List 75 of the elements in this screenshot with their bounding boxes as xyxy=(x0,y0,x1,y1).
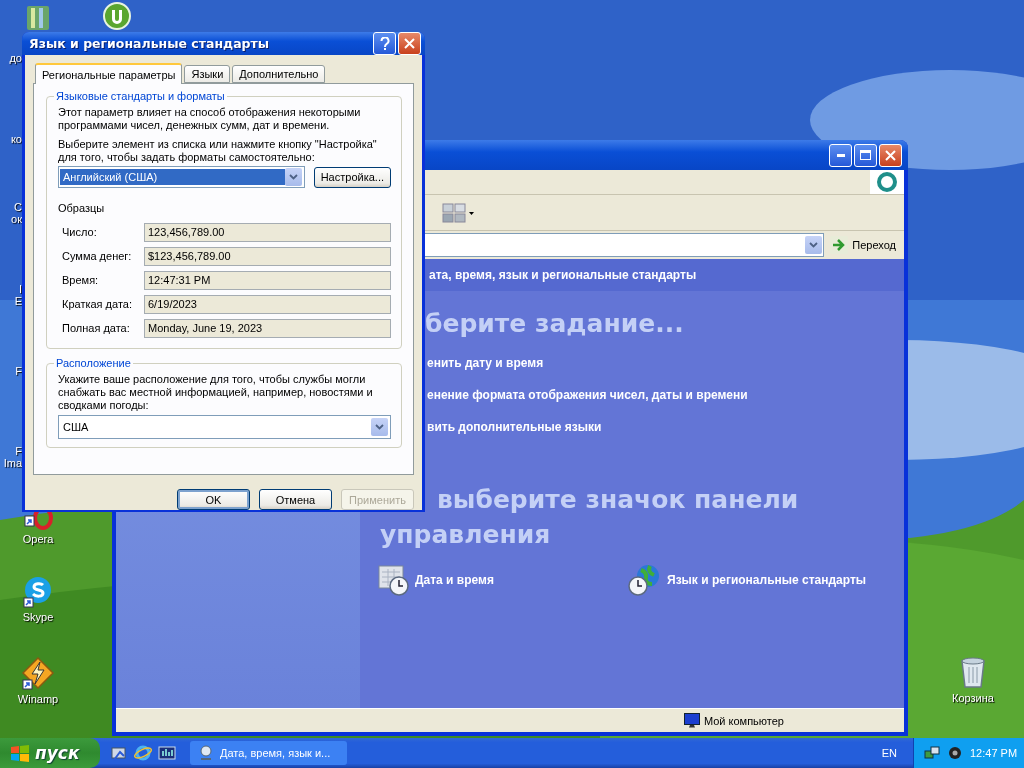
tab[interactable]: Языки xyxy=(184,65,231,83)
task-heading: берите задание... xyxy=(424,309,685,338)
question-mark-icon xyxy=(379,37,390,50)
icon-label[interactable]: до xyxy=(9,52,22,64)
minimize-icon xyxy=(836,153,845,157)
dropdown-button[interactable] xyxy=(371,418,388,436)
icon-label[interactable]: Ima xyxy=(3,457,22,469)
tab[interactable]: Дополнительно xyxy=(232,65,326,83)
icon-label[interactable]: Skype xyxy=(22,611,54,623)
sample-value-field: 6/19/2023 xyxy=(144,294,391,314)
samples-title: Образцы xyxy=(58,202,106,214)
icon-heading: управления xyxy=(380,519,551,551)
close-button[interactable] xyxy=(879,143,902,167)
sample-value-field: $123,456,789.00 xyxy=(144,246,391,266)
monitor-icon xyxy=(683,713,700,728)
icon-heading: выберите значок панели xyxy=(437,484,799,516)
icon-label[interactable]: Корзина xyxy=(952,692,994,704)
dialog-title: Язык и региональные стандарты xyxy=(29,36,270,51)
sample-label: Краткая дата: xyxy=(61,298,133,310)
icon-label[interactable]: ко xyxy=(10,133,22,145)
archive-icon[interactable] xyxy=(25,4,51,32)
dialog-button[interactable]: Отмена xyxy=(259,489,332,510)
windows-flag-icon xyxy=(10,744,30,762)
sample-label: Сумма денег: xyxy=(61,250,133,262)
customize-button[interactable]: Настройка... xyxy=(313,166,391,188)
icon-label[interactable]: E xyxy=(14,295,22,307)
icon-label[interactable]: F xyxy=(15,445,22,457)
dropdown-button[interactable] xyxy=(284,168,302,186)
media-player-icon[interactable] xyxy=(158,744,176,762)
globe-clock-icon[interactable] xyxy=(628,564,662,596)
maximize-icon xyxy=(860,150,871,160)
lightning-icon[interactable] xyxy=(21,656,55,690)
sample-value-field: 123,456,789.00 xyxy=(144,222,391,242)
icon-label[interactable]: С xyxy=(14,201,22,213)
dropdown-button[interactable] xyxy=(805,236,823,254)
network-icon[interactable] xyxy=(924,746,940,760)
sample-value-field: 12:47:31 PM xyxy=(144,270,391,290)
close-icon xyxy=(404,38,415,49)
status-text: Мой компьютер xyxy=(703,714,784,727)
close-icon xyxy=(885,149,896,161)
sample-label: Полная дата: xyxy=(61,322,131,334)
sample-label: Время: xyxy=(61,274,100,286)
icon-label[interactable]: I xyxy=(18,283,22,295)
locale-dropdown[interactable]: Английский (США) xyxy=(58,166,305,188)
desktop-shortcut-icon[interactable] xyxy=(110,744,128,762)
recycle-bin-icon[interactable] xyxy=(959,655,987,689)
page-header: ата, время, язык и региональные стандарты xyxy=(429,268,697,282)
maximize-button[interactable] xyxy=(854,143,877,167)
close-button[interactable] xyxy=(398,32,421,55)
tab[interactable]: Региональные параметры xyxy=(35,63,183,84)
clock[interactable]: 12:47 PM xyxy=(970,747,1018,759)
description-text: Этот параметр влияет на способ отображения некоторыми программами чисел, денежных сумм, дат и времени. xyxy=(58,106,362,132)
group-title: Языковые стандарты и форматы xyxy=(55,90,226,102)
hint-text: Выберите элемент из списка или нажмите кнопку "Настройка" для того, чтобы задать форматы самостоятельно: xyxy=(58,138,378,164)
control-panel-item[interactable]: Язык и региональные стандарты xyxy=(667,573,867,587)
location-dropdown[interactable]: США xyxy=(58,415,391,439)
go-button[interactable]: Переход xyxy=(828,234,900,256)
help-button[interactable] xyxy=(373,32,396,55)
minimize-button[interactable] xyxy=(829,143,852,167)
dialog-button[interactable]: OK xyxy=(177,489,250,510)
control-panel-item[interactable]: Дата и время xyxy=(415,573,494,587)
browser-icon[interactable] xyxy=(134,744,152,762)
icon-label[interactable]: Winamp xyxy=(17,693,59,705)
start-button[interactable]: пуск xyxy=(0,738,100,768)
language-indicator[interactable]: EN xyxy=(881,747,897,759)
description-text: Укажите ваше расположение для того, чтобы службы могли снабжать вас местной информацией, например, новостями и сводками погоды: xyxy=(58,373,374,412)
icon-label[interactable]: Opera xyxy=(22,533,54,545)
speaker-icon[interactable] xyxy=(948,746,962,760)
group-title: Расположение xyxy=(55,357,132,369)
sample-label: Число: xyxy=(61,226,98,238)
sample-value-field: Monday, June 19, 2023 xyxy=(144,318,391,338)
icon-label[interactable]: ок xyxy=(11,213,22,225)
icon-label[interactable]: F xyxy=(15,365,22,377)
taskbar-button[interactable]: Дата, время, язык и... xyxy=(190,741,347,765)
calendar-clock-icon[interactable] xyxy=(378,564,410,596)
